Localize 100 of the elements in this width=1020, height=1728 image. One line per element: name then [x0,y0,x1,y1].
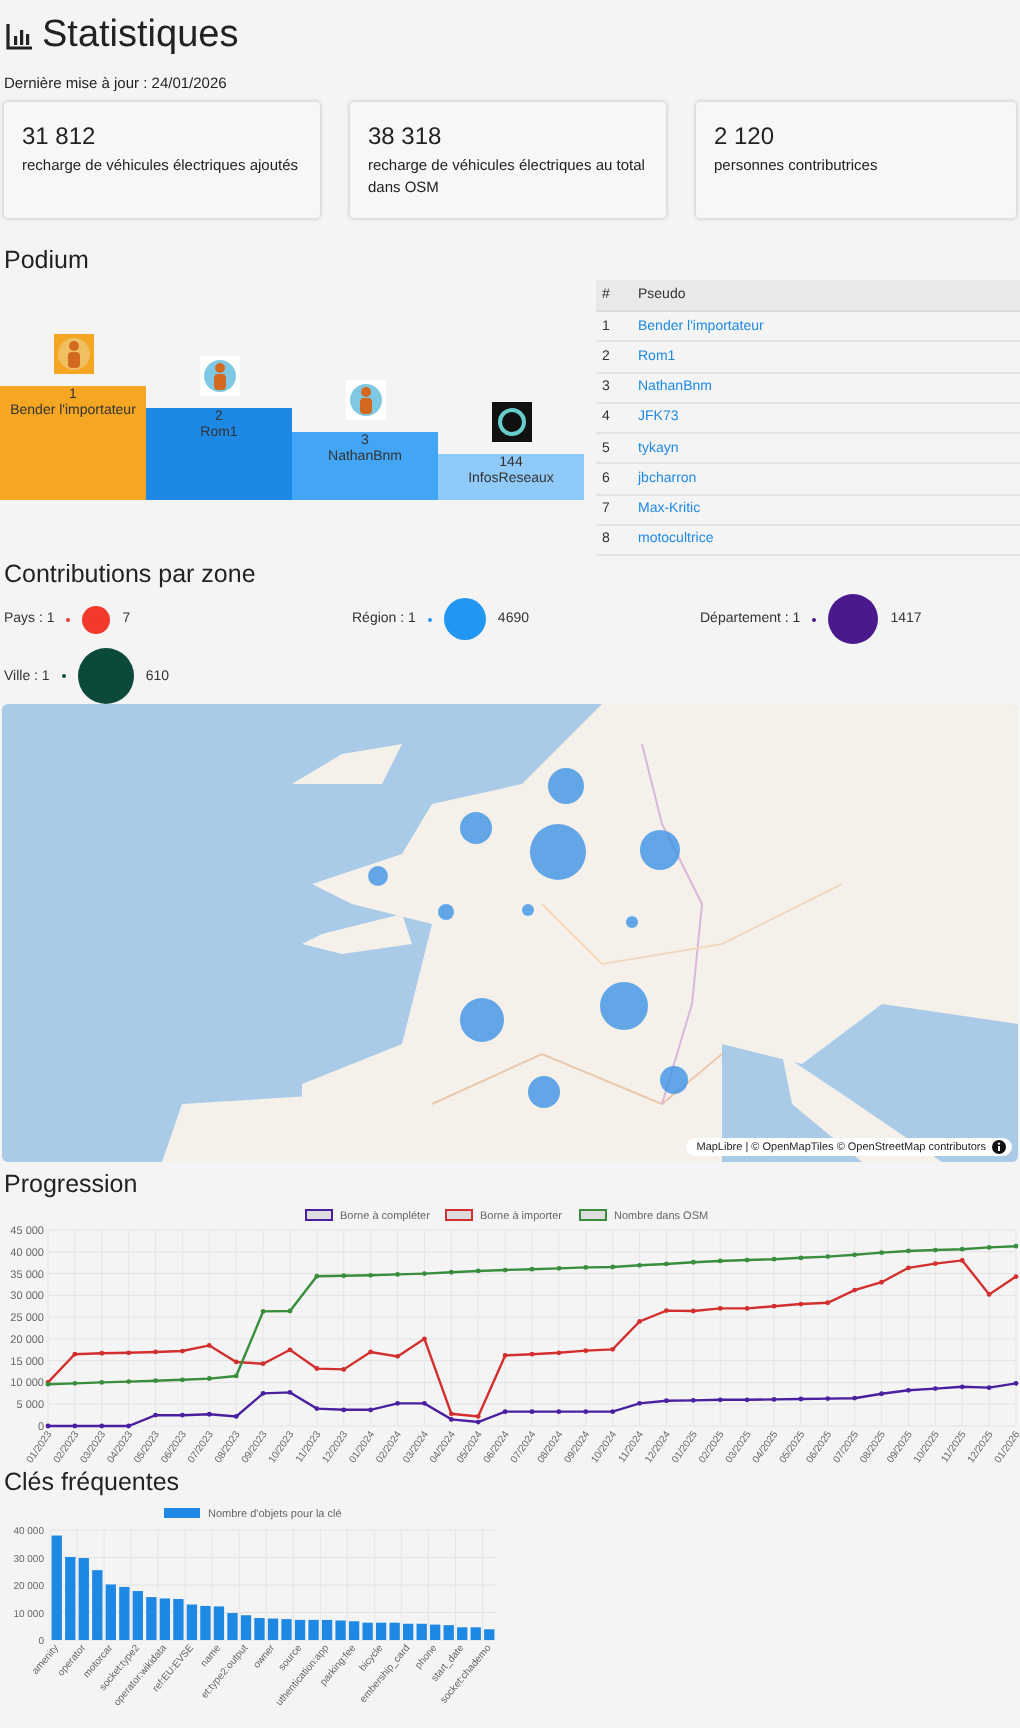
data-point [637,1400,642,1406]
data-point [260,1361,266,1367]
data-point [341,1367,347,1372]
data-point [314,1273,320,1279]
data-point [448,1269,454,1275]
data-point [502,1267,508,1273]
data-point [986,1292,992,1297]
data-point [798,1301,804,1307]
data-point [771,1256,777,1262]
data-point [906,1265,911,1271]
data-point [637,1262,642,1268]
data-point [879,1279,884,1285]
data-point [99,1423,105,1429]
data-point [959,1258,965,1263]
data-point [825,1396,831,1401]
bar-chart-icon [6,23,34,49]
data-point [233,1414,239,1419]
data-point [126,1379,132,1384]
data-point [852,1287,858,1293]
data-point [932,1247,938,1253]
data-point [664,1308,669,1313]
data-point [395,1400,400,1406]
data-point [72,1351,78,1357]
data-point [287,1308,293,1314]
data-point [690,1397,696,1403]
data-point [422,1400,427,1406]
data-point [556,1409,562,1415]
data-point [233,1373,239,1379]
data-point [45,1423,51,1429]
data-point [502,1353,508,1358]
avatar-icon [345,380,385,420]
data-point [45,1381,51,1387]
data-point [314,1366,320,1371]
data-point [422,1336,427,1342]
data-point [72,1380,78,1386]
data-point [99,1350,105,1356]
data-point [1013,1274,1019,1279]
bar [484,1629,495,1640]
data-point [341,1273,347,1279]
data-point [341,1407,347,1413]
data-point [610,1346,616,1352]
data-point [126,1350,132,1356]
data-point [717,1258,723,1264]
data-point [126,1423,132,1429]
data-point [637,1319,642,1324]
data-point [744,1306,750,1311]
data-point [583,1265,589,1270]
data-point [206,1343,212,1348]
data-point [664,1261,669,1267]
info-icon[interactable] [992,1140,1006,1154]
data-point [556,1350,562,1356]
data-point [852,1252,858,1258]
data-point [906,1387,911,1393]
data-point [932,1386,938,1391]
data-point [690,1259,696,1265]
data-point [153,1349,158,1355]
data-point [260,1309,266,1314]
stat-value: 31 812 [22,122,98,150]
data-point [610,1409,616,1415]
avatar-icon [491,402,531,442]
data-point [475,1268,481,1274]
data-point [664,1398,669,1404]
data-point [610,1264,616,1270]
section-title: Contributions par zone [2,557,258,590]
data-point [422,1271,427,1276]
data-point [529,1266,535,1272]
data-point [233,1359,239,1365]
data-point [395,1353,400,1359]
section-title: Clés fréquentes [2,1465,182,1498]
data-point [852,1395,858,1401]
data-point [986,1245,992,1250]
data-point [932,1261,938,1266]
data-point [502,1409,508,1415]
data-point [529,1351,535,1357]
bar [51,1535,62,1640]
data-point [798,1396,804,1402]
data-point [825,1300,831,1306]
data-point [206,1376,212,1381]
data-point [959,1246,965,1252]
data-point [583,1409,589,1415]
data-point [368,1407,374,1413]
data-point [583,1348,589,1354]
stat-value: 38 318 [368,122,444,150]
data-point [1013,1243,1019,1249]
avatar-icon [53,334,93,374]
section-title: Progression [2,1167,140,1200]
data-point [260,1390,266,1396]
data-point [368,1272,374,1278]
data-point [180,1348,185,1354]
data-point [287,1390,293,1395]
data-point [798,1255,804,1261]
page-title: Statistiques [42,14,239,58]
data-point [959,1384,965,1390]
data-point [529,1409,535,1415]
data-point [153,1412,158,1418]
data-point [879,1250,884,1256]
data-point [206,1411,212,1417]
data-point [744,1397,750,1403]
section-title: Podium [2,243,91,276]
data-point [879,1391,884,1397]
